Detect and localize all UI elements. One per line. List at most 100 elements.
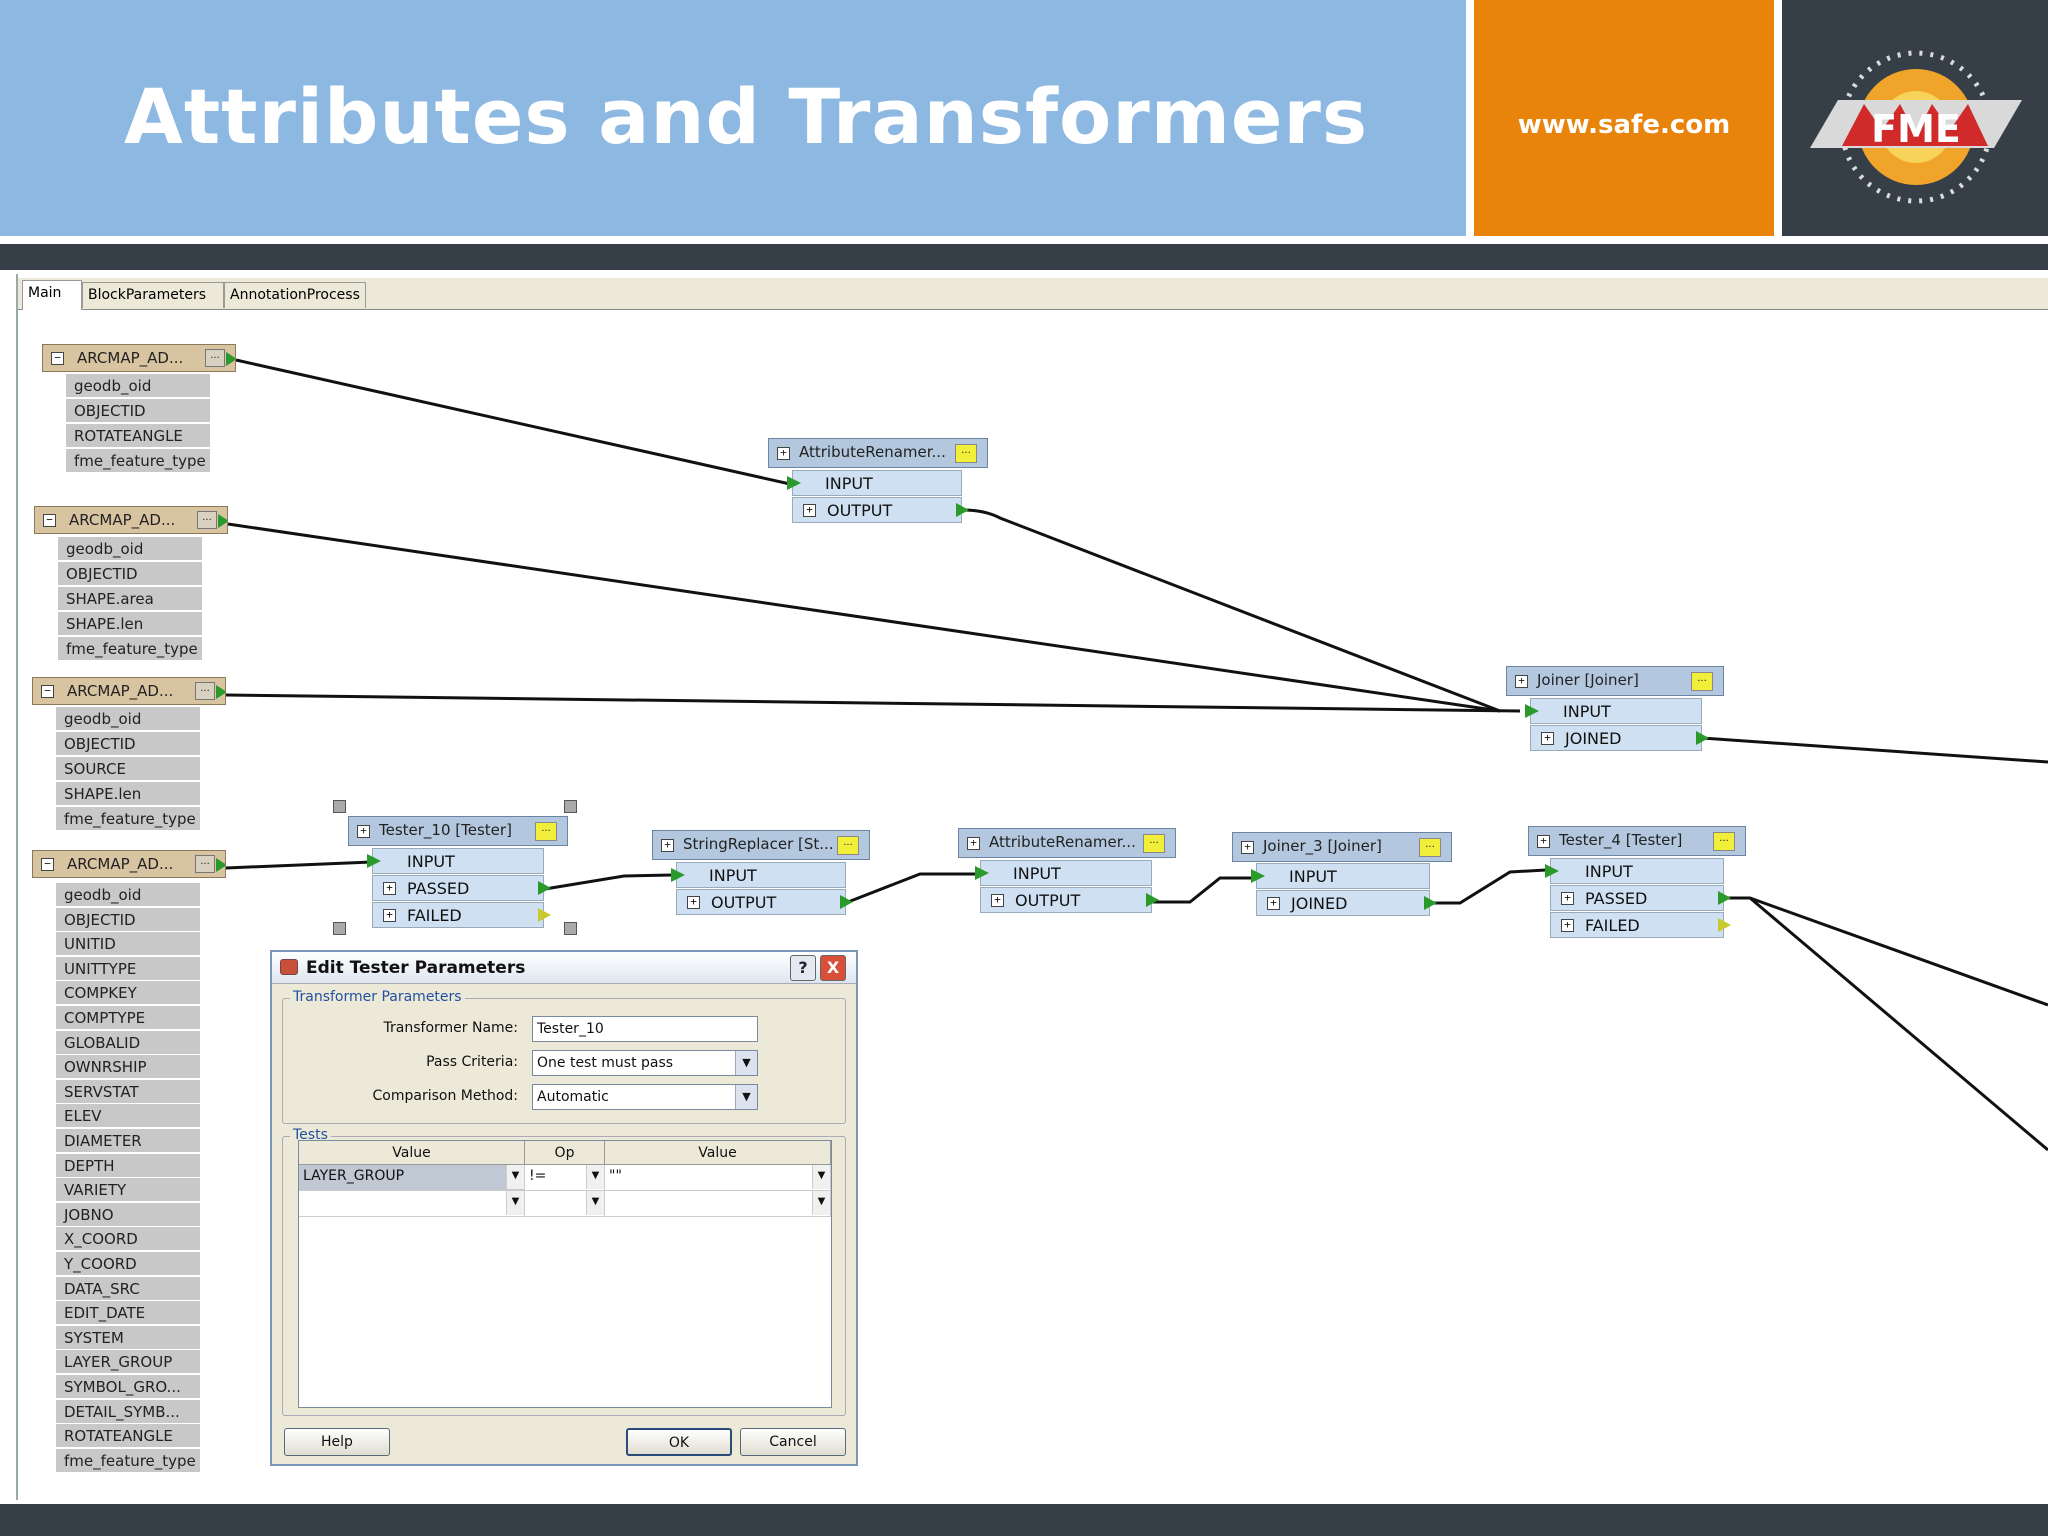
expand-icon[interactable]: + [1561, 919, 1574, 932]
input-port[interactable]: INPUT [787, 470, 962, 496]
ok-button[interactable]: OK [626, 1428, 732, 1456]
parameters-button[interactable]: ... [1419, 838, 1441, 857]
input-port[interactable]: INPUT [1251, 863, 1430, 889]
column-header[interactable]: Op [525, 1141, 605, 1165]
help-icon[interactable]: ? [790, 955, 816, 981]
table-cell[interactable]: "" ▼ [605, 1165, 831, 1191]
table-cell[interactable]: ▼ [525, 1191, 605, 1217]
expand-icon[interactable]: + [1241, 841, 1254, 854]
output-port[interactable]: + OUTPUT [792, 497, 969, 523]
feature-header[interactable]: − ARCMAP_AD...... [32, 677, 226, 705]
expand-icon[interactable]: + [1541, 732, 1554, 745]
expand-icon[interactable]: + [1537, 835, 1550, 848]
parameters-button[interactable]: ... [1691, 672, 1713, 691]
expand-icon[interactable]: + [967, 837, 980, 850]
output-arrow-icon[interactable] [956, 503, 969, 517]
output-arrow-icon[interactable] [1146, 893, 1159, 907]
output-arrow-icon[interactable] [1696, 731, 1709, 745]
input-port[interactable]: INPUT [975, 860, 1152, 886]
output-port-icon[interactable] [216, 685, 225, 699]
chevron-down-icon[interactable]: ▼ [506, 1165, 524, 1189]
help-button[interactable]: Help [284, 1428, 390, 1456]
chevron-down-icon[interactable]: ▼ [735, 1051, 757, 1075]
collapse-icon[interactable]: − [41, 858, 54, 871]
table-cell[interactable]: LAYER_GROUP ▼ [299, 1165, 525, 1191]
chevron-down-icon[interactable]: ▼ [586, 1191, 604, 1215]
table-cell[interactable]: != ▼ [525, 1165, 605, 1191]
expand-icon[interactable]: + [383, 882, 396, 895]
chevron-down-icon[interactable]: ▼ [506, 1191, 524, 1215]
expand-icon[interactable]: + [1561, 892, 1574, 905]
cancel-button[interactable]: Cancel [740, 1428, 846, 1456]
output-arrow-icon[interactable] [1718, 918, 1731, 932]
output-port-icon[interactable] [218, 514, 227, 528]
transformer-name-input[interactable]: Tester_10 [532, 1016, 758, 1042]
selection-handle[interactable] [564, 800, 577, 813]
output-arrow-icon[interactable] [538, 881, 551, 895]
settings-button[interactable]: ... [205, 349, 225, 367]
collapse-icon[interactable]: − [51, 352, 64, 365]
failed-port[interactable]: + FAILED [1550, 912, 1731, 938]
output-arrow-icon[interactable] [1718, 891, 1731, 905]
parameters-button[interactable]: ... [1713, 832, 1735, 851]
expand-icon[interactable]: + [991, 894, 1004, 907]
transformer-attributerenamer[interactable]: + AttributeRenamer...... [768, 438, 988, 468]
output-arrow-icon[interactable] [1424, 896, 1437, 910]
output-port-icon[interactable] [216, 858, 225, 872]
selection-handle[interactable] [333, 922, 346, 935]
feature-header[interactable]: − ARCMAP_AD...... [42, 344, 236, 372]
output-port[interactable]: + OUTPUT [980, 887, 1159, 913]
dialog-title-bar[interactable]: Edit Tester Parameters ? X [272, 952, 856, 984]
transformer-joiner[interactable]: + Joiner [Joiner]... [1506, 666, 1724, 696]
column-header[interactable]: Value [299, 1141, 525, 1165]
chevron-down-icon[interactable]: ▼ [586, 1165, 604, 1189]
output-arrow-icon[interactable] [840, 895, 853, 909]
expand-icon[interactable]: + [777, 447, 790, 460]
expand-icon[interactable]: + [1267, 897, 1280, 910]
transformer-attributerenamer-2[interactable]: + AttributeRenamer...... [958, 828, 1176, 858]
output-port[interactable]: + OUTPUT [676, 889, 853, 915]
chevron-down-icon[interactable]: ▼ [735, 1085, 757, 1109]
input-port[interactable]: INPUT [1545, 858, 1724, 884]
transformer-stringreplacer[interactable]: + StringReplacer [St...... [652, 830, 870, 860]
table-cell[interactable]: ▼ [605, 1191, 831, 1217]
comparison-method-select[interactable]: Automatic ▼ [532, 1084, 758, 1110]
failed-port[interactable]: + FAILED [372, 902, 551, 928]
transformer-tester-4[interactable]: + Tester_4 [Tester]... [1528, 826, 1746, 856]
input-port[interactable]: INPUT [367, 848, 544, 874]
settings-button[interactable]: ... [195, 855, 215, 873]
selection-handle[interactable] [333, 800, 346, 813]
collapse-icon[interactable]: − [41, 685, 54, 698]
output-arrow-icon[interactable] [538, 908, 551, 922]
expand-icon[interactable]: + [383, 909, 396, 922]
parameters-button[interactable]: ... [535, 822, 557, 841]
passed-port[interactable]: + PASSED [372, 875, 551, 901]
output-port[interactable]: + JOINED [1530, 725, 1709, 751]
table-cell[interactable]: ▼ [299, 1191, 525, 1217]
expand-icon[interactable]: + [661, 839, 674, 852]
feature-header[interactable]: − ARCMAP_AD...... [34, 506, 228, 534]
expand-icon[interactable]: + [687, 896, 700, 909]
chevron-down-icon[interactable]: ▼ [812, 1191, 830, 1215]
pass-criteria-select[interactable]: One test must pass ▼ [532, 1050, 758, 1076]
settings-button[interactable]: ... [197, 511, 217, 529]
transformer-joiner-3[interactable]: + Joiner_3 [Joiner]... [1232, 832, 1452, 862]
transformer-tester-10[interactable]: + Tester_10 [Tester]... [348, 816, 568, 846]
settings-button[interactable]: ... [195, 682, 215, 700]
expand-icon[interactable]: + [1515, 675, 1528, 688]
chevron-down-icon[interactable]: ▼ [812, 1165, 830, 1189]
parameters-button[interactable]: ... [1143, 834, 1165, 853]
expand-icon[interactable]: + [803, 504, 816, 517]
expand-icon[interactable]: + [357, 825, 370, 838]
column-header[interactable]: Value [605, 1141, 831, 1165]
passed-port[interactable]: + PASSED [1550, 885, 1731, 911]
output-port-icon[interactable] [226, 352, 235, 366]
close-icon[interactable]: X [820, 955, 846, 981]
input-port[interactable]: INPUT [1525, 698, 1702, 724]
collapse-icon[interactable]: − [43, 514, 56, 527]
parameters-button[interactable]: ... [837, 836, 859, 855]
input-port[interactable]: INPUT [671, 862, 846, 888]
parameters-button[interactable]: ... [955, 444, 977, 463]
feature-header[interactable]: − ARCMAP_AD...... [32, 850, 226, 878]
selection-handle[interactable] [564, 922, 577, 935]
